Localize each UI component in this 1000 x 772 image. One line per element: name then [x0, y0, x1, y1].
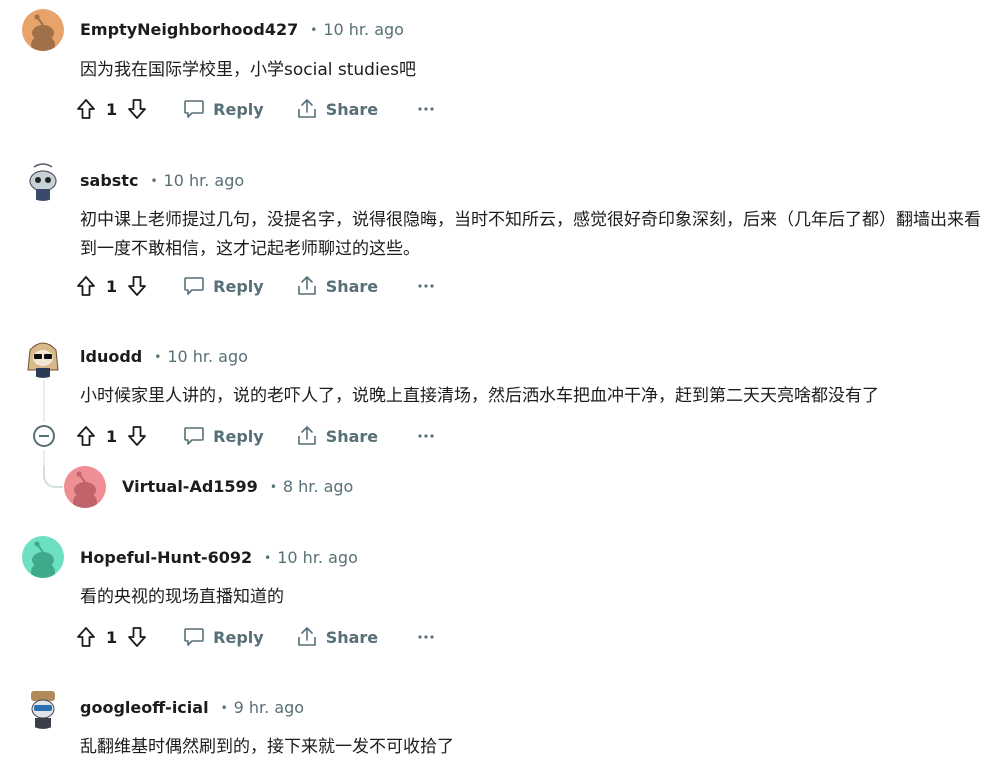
- share-label: Share: [325, 276, 379, 296]
- more-icon[interactable]: [414, 274, 438, 298]
- reply-label: Reply: [213, 627, 264, 647]
- vote-score: 1: [106, 99, 118, 119]
- timestamp[interactable]: 10 hr. ago: [323, 20, 404, 39]
- avatar[interactable]: [64, 466, 106, 508]
- share-button[interactable]: Share: [296, 275, 378, 297]
- action-bar: 1 Reply Share: [72, 621, 438, 653]
- separator-dot: •: [220, 700, 228, 715]
- thread-elbow: [43, 466, 63, 488]
- action-bar: 1 Reply Share: [72, 420, 438, 452]
- reply-button[interactable]: Reply: [183, 627, 264, 647]
- avatar[interactable]: [22, 536, 64, 578]
- comment-body: 因为我在国际学校里，小学social studies吧: [80, 60, 416, 80]
- reply-button[interactable]: Reply: [183, 276, 264, 296]
- reply-icon: [184, 628, 204, 646]
- share-icon: [297, 276, 316, 295]
- author-name[interactable]: Virtual-Ad1599: [122, 477, 258, 496]
- thread-line[interactable]: [43, 450, 45, 466]
- share-label: Share: [325, 627, 379, 647]
- action-bar: 1 Reply Share: [72, 270, 438, 302]
- share-button[interactable]: Share: [296, 98, 378, 120]
- avatar[interactable]: [22, 336, 64, 378]
- reply-icon: [184, 277, 204, 295]
- author-name[interactable]: sabstc: [80, 171, 138, 190]
- author-name[interactable]: Hopeful-Hunt-6092: [80, 548, 252, 567]
- more-icon[interactable]: [414, 424, 438, 448]
- reply-label: Reply: [213, 99, 264, 119]
- share-icon: [297, 99, 316, 118]
- downvote-icon[interactable]: [123, 422, 151, 450]
- upvote-icon[interactable]: [72, 95, 100, 123]
- share-button[interactable]: Share: [296, 425, 378, 447]
- reply-label: Reply: [213, 426, 264, 446]
- share-button[interactable]: Share: [296, 626, 378, 648]
- timestamp[interactable]: 10 hr. ago: [164, 171, 245, 190]
- upvote-icon[interactable]: [72, 623, 100, 651]
- timestamp[interactable]: 8 hr. ago: [283, 477, 353, 496]
- reply-button[interactable]: Reply: [183, 426, 264, 446]
- separator-dot: •: [264, 550, 272, 565]
- share-label: Share: [325, 99, 379, 119]
- more-icon[interactable]: [414, 97, 438, 121]
- thread-line[interactable]: [43, 380, 45, 422]
- reply-button[interactable]: Reply: [183, 99, 264, 119]
- comment-body: 小时候家里人讲的，说的老吓人了，说晚上直接清场，然后洒水车把血冲干净，赶到第二天…: [80, 386, 879, 406]
- downvote-icon[interactable]: [123, 272, 151, 300]
- avatar[interactable]: [22, 159, 64, 201]
- timestamp[interactable]: 10 hr. ago: [167, 347, 248, 366]
- vote-score: 1: [106, 426, 118, 446]
- separator-dot: •: [310, 22, 318, 37]
- separator-dot: •: [154, 349, 162, 364]
- upvote-icon[interactable]: [72, 272, 100, 300]
- comment-body: 看的央视的现场直播知道的: [80, 587, 284, 607]
- avatar[interactable]: [22, 687, 64, 729]
- author-name[interactable]: lduodd: [80, 347, 142, 366]
- share-label: Share: [325, 426, 379, 446]
- timestamp[interactable]: 10 hr. ago: [277, 548, 358, 567]
- reply-label: Reply: [213, 276, 264, 296]
- share-icon: [297, 627, 316, 646]
- reply-icon: [184, 100, 204, 118]
- avatar[interactable]: [22, 9, 64, 51]
- action-bar: 1 Reply Share: [72, 93, 438, 125]
- vote-score: 1: [106, 627, 118, 647]
- author-name[interactable]: EmptyNeighborhood427: [80, 20, 298, 39]
- more-icon[interactable]: [414, 625, 438, 649]
- separator-dot: •: [150, 173, 158, 188]
- separator-dot: •: [269, 479, 277, 494]
- downvote-icon[interactable]: [123, 95, 151, 123]
- downvote-icon[interactable]: [123, 623, 151, 651]
- timestamp[interactable]: 9 hr. ago: [234, 698, 304, 717]
- comment-body: 初中课上老师提过几句，没提名字，说得很隐晦，当时不知所云，感觉很好奇印象深刻，后…: [80, 210, 981, 259]
- author-name[interactable]: googleoff-icial: [80, 698, 209, 717]
- share-icon: [297, 426, 316, 445]
- vote-score: 1: [106, 276, 118, 296]
- upvote-icon[interactable]: [72, 422, 100, 450]
- collapse-icon[interactable]: [33, 425, 55, 447]
- reply-icon: [184, 427, 204, 445]
- comment-body: 乱翻维基时偶然刷到的，接下来就一发不可收拾了: [80, 737, 454, 757]
